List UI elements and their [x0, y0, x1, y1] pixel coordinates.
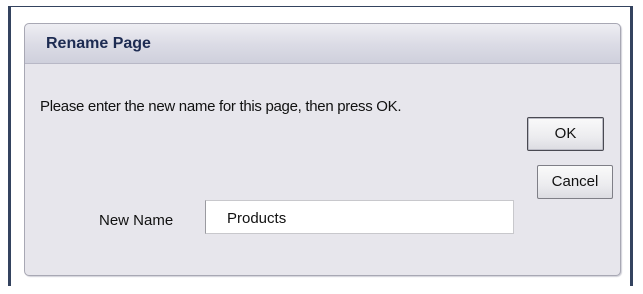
new-name-label: New Name — [99, 212, 174, 229]
dialog-title: Rename Page — [46, 35, 151, 52]
cancel-button[interactable]: Cancel — [537, 165, 613, 199]
rename-page-dialog: Rename Page Please enter the new name fo… — [24, 23, 621, 276]
dialog-title-bar: Rename Page — [25, 24, 620, 64]
dialog-prompt-text: Please enter the new name for this page,… — [40, 98, 402, 115]
ok-button[interactable]: OK — [527, 117, 604, 151]
new-name-input[interactable] — [205, 200, 514, 234]
